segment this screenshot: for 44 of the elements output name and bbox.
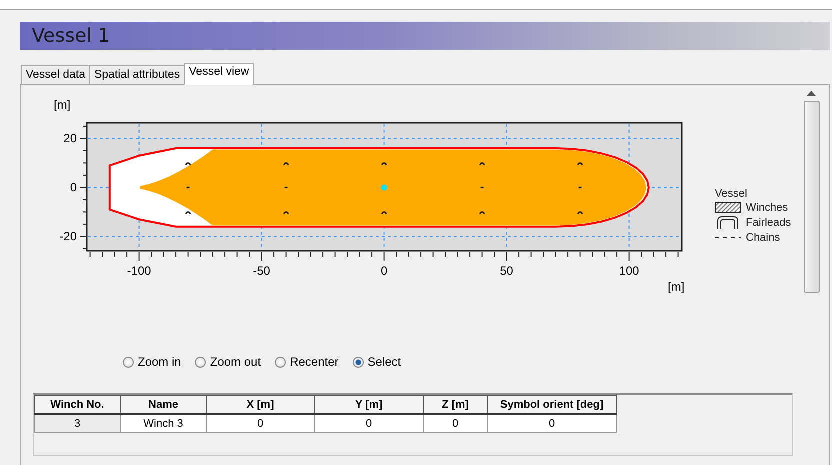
column-header: Symbol orient [deg] [488, 396, 616, 414]
table-cell: 0 [424, 414, 488, 432]
table-cell: Winch 3 [120, 414, 206, 432]
y-tick-label: 0 [70, 180, 77, 195]
table-cell: 3 [34, 414, 120, 432]
mode-radio[interactable]: Select [352, 355, 402, 369]
y-tick-label: 20 [64, 132, 77, 146]
origin-point [381, 184, 388, 191]
column-header: Z [m] [424, 396, 488, 414]
page-title: Vessel 1 [20, 22, 830, 50]
winch-marker [186, 162, 192, 214]
x-tick-label: 100 [619, 264, 640, 278]
mode-radio[interactable]: Zoom in [123, 355, 182, 369]
up-arrow-icon[interactable] [807, 91, 816, 97]
x-tick-label: 50 [500, 264, 514, 278]
tab[interactable]: Vessel view [184, 63, 254, 85]
tab[interactable]: Spatial attributes [89, 65, 186, 84]
winch-marker [284, 162, 290, 214]
x-tick-label: -50 [253, 264, 270, 278]
axis-unit: [m] [668, 280, 685, 294]
column-header: Name [120, 396, 206, 414]
legend-label: Fairleads [746, 216, 792, 228]
y-tick-label: -20 [60, 230, 77, 244]
column-header: Winch No. [34, 396, 120, 414]
fairlead-icon [715, 216, 741, 230]
mode-radio[interactable]: Recenter [275, 355, 339, 369]
winch-marker [578, 162, 584, 214]
x-tick-label: -100 [127, 264, 152, 278]
legend-label: Chains [746, 232, 780, 244]
table-cell: 0 [488, 414, 616, 432]
dashed-line-icon [715, 234, 741, 240]
scroll-thumb[interactable] [804, 101, 820, 293]
tab[interactable]: Vessel data [21, 65, 90, 84]
x-tick-label: 0 [380, 264, 388, 278]
mode-radio[interactable]: Zoom out [195, 355, 262, 369]
legend-title: Vessel [715, 188, 748, 200]
column-header: Y [m] [314, 396, 424, 414]
axis-unit: [m] [54, 98, 71, 112]
column-header: X [m] [206, 396, 314, 414]
winch-hatch-icon [715, 202, 741, 213]
table-cell: 0 [314, 414, 424, 432]
legend-label: Winches [746, 202, 788, 214]
table-cell: 0 [206, 414, 314, 432]
winch-marker [480, 162, 486, 214]
